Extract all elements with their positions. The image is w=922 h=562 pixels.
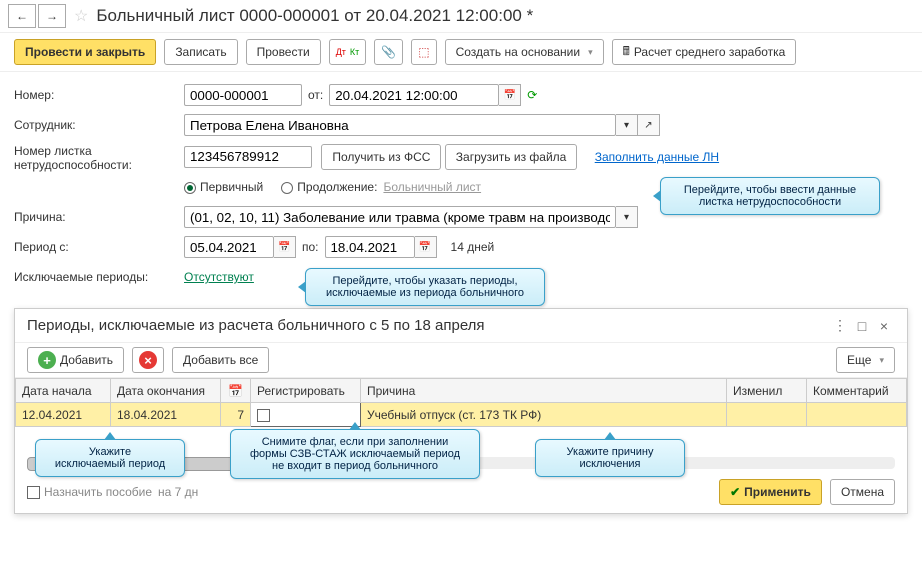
excluded-hint-callout: Перейдите, чтобы указать периоды,исключа… [305,268,545,306]
add-button[interactable]: + Добавить [27,347,124,373]
panel-close-icon[interactable]: × [873,318,895,334]
check-icon: ✔ [730,485,740,499]
write-button[interactable]: Записать [164,39,237,65]
date-input[interactable] [329,84,499,106]
load-from-file-button[interactable]: Загрузить из файла [445,144,578,170]
calendar-to-icon[interactable]: 📅 [415,236,437,258]
page-title: Больничный лист 0000-000001 от 20.04.202… [96,6,533,26]
period-from-input[interactable] [184,236,274,258]
average-earnings-button[interactable]: 🖩 Расчет среднего заработка [612,39,797,65]
reason-label: Причина: [14,210,184,224]
panel-maximize-icon[interactable]: □ [851,318,873,334]
col-days-icon[interactable]: 📅 [221,379,251,403]
excluded-periods-label: Исключаемые периоды: [14,270,184,284]
cell-reason[interactable]: Учебный отпуск (ст. 173 ТК РФ) [361,403,727,427]
debit-credit-icon[interactable]: ДтКт [329,39,367,65]
col-reason[interactable]: Причина [361,379,727,403]
cell-start[interactable]: 12.04.2021 [16,403,111,427]
forward-button[interactable]: → [38,4,66,28]
number-input[interactable] [184,84,302,106]
create-based-on-button[interactable]: Создать на основании [445,39,604,65]
back-button[interactable]: ← [8,4,36,28]
cell-end[interactable]: 18.04.2021 [111,403,221,427]
reason-dropdown-icon[interactable]: ▾ [616,206,638,228]
period-hint-callout: Укажитеисключаемый период [35,439,185,477]
employee-open-icon[interactable]: ↗ [638,114,660,136]
table-row[interactable]: 12.04.2021 18.04.2021 7 Учебный отпуск (… [16,403,907,427]
cell-changed[interactable] [727,403,807,427]
period-from-label: Период с: [14,240,184,254]
col-start[interactable]: Дата начала [16,379,111,403]
report-icon[interactable]: ⬚ [411,39,436,65]
flag-hint-callout: Снимите флаг, если при заполненииформы С… [230,429,480,479]
excluded-periods-table[interactable]: Дата начала Дата окончания 📅 Регистриров… [15,378,907,427]
calendar-icon[interactable]: 📅 [499,84,521,106]
cell-comment[interactable] [807,403,907,427]
col-end[interactable]: Дата окончания [111,379,221,403]
employee-label: Сотрудник: [14,118,184,132]
employee-input[interactable] [184,114,616,136]
add-all-button[interactable]: Добавить все [172,347,269,373]
favorite-star-icon[interactable]: ☆ [74,6,88,26]
number-label: Номер: [14,88,184,102]
col-comment[interactable]: Комментарий [807,379,907,403]
primary-radio[interactable]: Первичный [184,180,263,194]
attach-icon[interactable]: 📎 [374,39,403,65]
panel-more-icon[interactable]: ⋮ [829,317,851,334]
ln-number-label: Номер листканетрудоспособности: [14,144,184,172]
col-changed[interactable]: Изменил [727,379,807,403]
col-register[interactable]: Регистрировать [251,379,361,403]
register-checkbox[interactable] [257,409,270,422]
post-button[interactable]: Провести [246,39,321,65]
days-count: 14 дней [451,240,495,254]
reason-hint-callout: Укажите причинуисключения [535,439,685,477]
delete-button[interactable]: × [132,347,164,373]
more-menu-button[interactable]: Еще [836,347,895,373]
fill-ln-data-link[interactable]: Заполнить данные ЛН [595,150,719,164]
ln-number-input[interactable] [184,146,312,168]
excluded-periods-link[interactable]: Отсутствуют [184,270,254,284]
panel-title: Периоды, исключаемые из расчета больничн… [27,317,829,334]
reason-select[interactable] [184,206,616,228]
plus-icon: + [38,351,56,369]
continuation-link[interactable]: Больничный лист [383,180,481,194]
apply-button[interactable]: ✔ Применить [719,479,822,505]
period-to-label: по: [302,240,319,254]
post-and-close-button[interactable]: Провести и закрыть [14,39,156,65]
ln-fill-hint-callout: Перейдите, чтобы ввести данныелистка нет… [660,177,880,215]
cell-register[interactable] [251,403,361,427]
x-icon: × [139,351,157,369]
employee-dropdown-icon[interactable]: ▾ [616,114,638,136]
assign-benefit-checkbox[interactable]: Назначить пособие на 7 дн [27,485,198,499]
calendar-from-icon[interactable]: 📅 [274,236,296,258]
cancel-button[interactable]: Отмена [830,479,895,505]
date-from-label: от: [308,88,323,102]
continuation-radio[interactable]: Продолжение: [281,180,377,194]
refresh-icon[interactable]: ⟳ [527,88,537,102]
cell-days[interactable]: 7 [221,403,251,427]
get-from-fss-button[interactable]: Получить из ФСС [321,144,441,170]
calculator-icon: 🖩 [623,42,630,63]
period-to-input[interactable] [325,236,415,258]
